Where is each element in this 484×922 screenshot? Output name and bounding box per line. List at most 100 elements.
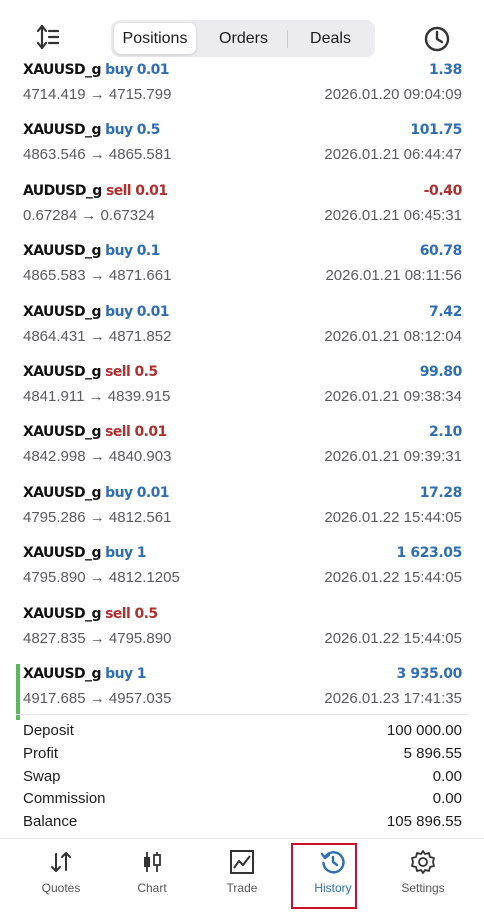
symbol-name: AUDUSD_g — [23, 182, 102, 199]
deal-prices: 4864.431 → 4871.852 — [23, 327, 172, 345]
summary-value: 5 896.55 — [403, 744, 462, 762]
deal-row[interactable]: XAUUSD_g sell 0.01 2.10 4842.998 → 4840.90… — [0, 422, 484, 482]
clock-icon[interactable] — [422, 24, 452, 54]
deal-volume: 0.01 — [136, 303, 170, 320]
tab-label: Trade — [226, 881, 258, 895]
summary-label: Swap — [23, 767, 61, 785]
tab-history[interactable]: History — [291, 839, 373, 909]
deal-volume: 0.01 — [136, 62, 170, 78]
deal-volume: 0.01 — [136, 484, 170, 501]
deal-symbol: XAUUSD_g sell 0.01 — [23, 424, 167, 440]
deal-row[interactable]: XAUUSD_g sell 0.5 99.80 4841.911 → 4839.91… — [0, 362, 484, 422]
tab-orders[interactable]: Orders — [201, 23, 286, 54]
deal-profit: 3 935.00 — [396, 665, 463, 682]
deal-side: sell — [105, 424, 131, 441]
deal-side: sell — [105, 605, 131, 622]
deal-volume: 0.1 — [136, 243, 161, 260]
deal-time: 2026.01.22 15:44:05 — [324, 629, 462, 647]
deal-profit: 1 623.05 — [396, 545, 463, 562]
summary-swap: Swap 0.00 — [0, 767, 484, 790]
deal-time: 2026.01.21 09:38:34 — [324, 387, 462, 405]
deal-prices: 4827.835 → 4795.890 — [23, 629, 172, 647]
deal-profit: 60.78 — [419, 243, 463, 260]
summary-label: Profit — [23, 744, 59, 762]
deal-side: buy — [105, 122, 133, 139]
deal-side: buy — [105, 62, 133, 78]
segment-divider — [287, 30, 288, 48]
deal-prices: 4842.998 → 4840.903 — [23, 448, 172, 466]
deal-side: sell — [105, 182, 132, 199]
deal-profit: 101.75 — [410, 122, 462, 139]
symbol-name: XAUUSD_g — [23, 665, 101, 682]
deal-side: sell — [105, 363, 131, 380]
tab-deals[interactable]: Deals — [289, 23, 372, 54]
symbol-name: XAUUSD_g — [23, 545, 101, 562]
deal-symbol: XAUUSD_g buy 0.1 — [23, 243, 160, 259]
tab-label: Quotes — [41, 881, 81, 895]
deal-volume: 0.01 — [134, 424, 167, 441]
summary-label: Deposit — [23, 722, 74, 739]
deal-profit: 7.42 — [429, 303, 462, 320]
deal-symbol: XAUUSD_g buy 1 — [23, 665, 147, 682]
tab-chart[interactable]: Chart — [112, 839, 192, 909]
deal-row[interactable]: XAUUSD_g buy 1 3 935.00 4917.685 → 4957.03… — [0, 663, 484, 724]
deal-symbol: XAUUSD_g buy 0.01 — [23, 303, 170, 320]
deal-row[interactable]: XAUUSD_g buy 0.5 101.75 4863.546 → 4865.58… — [0, 120, 484, 180]
deal-prices: 0.67284 → 0.67324 — [23, 206, 155, 224]
deal-row[interactable]: XAUUSD_g buy 0.01 7.42 4864.431 → 4871.852… — [0, 302, 484, 362]
summary-value: 105 896.55 — [386, 813, 462, 831]
deal-row[interactable]: XAUUSD_g buy 0.01 1.38 4714.419 → 4715.799… — [0, 60, 484, 120]
deals-list: XAUUSD_g buy 0.01 1.38 4714.419 → 4715.799… — [0, 60, 484, 724]
summary-deposit: Deposit 100 000.00 — [0, 721, 484, 744]
deal-volume: 0.5 — [134, 605, 158, 622]
deal-prices: 4863.546 → 4865.581 — [23, 146, 172, 164]
deal-volume: 1 — [136, 665, 147, 682]
summary-balance: Balance 105 896.55 — [0, 812, 484, 835]
deal-profit: 17.28 — [419, 484, 463, 501]
deal-profit: 2.10 — [429, 424, 462, 441]
deal-symbol: XAUUSD_g buy 0.5 — [23, 122, 160, 138]
deal-profit: 99.80 — [419, 363, 463, 380]
deal-row[interactable]: XAUUSD_g sell 0.5 4827.835 → 4795.890 2026… — [0, 604, 484, 664]
summary-value: 100 000.00 — [386, 722, 462, 739]
deal-profit: -0.40 — [423, 182, 463, 199]
deal-time: 2026.01.21 06:44:47 — [324, 146, 462, 164]
tab-label: History — [314, 881, 352, 895]
deal-prices: 4841.911 → 4839.915 — [23, 387, 171, 405]
deal-time: 2026.01.23 17:41:35 — [324, 689, 462, 707]
summary-label: Balance — [23, 813, 78, 831]
gear-icon — [410, 849, 436, 875]
deal-symbol: XAUUSD_g buy 0.01 — [23, 484, 170, 501]
tab-settings[interactable]: Settings — [383, 839, 463, 909]
deal-prices: 4865.583 → 4871.661 — [23, 267, 172, 285]
deal-volume: 0.5 — [136, 122, 161, 139]
tab-trade[interactable]: Trade — [202, 839, 282, 909]
tab-quotes[interactable]: Quotes — [21, 839, 101, 909]
tab-positions[interactable]: Positions — [114, 23, 196, 54]
tab-label: Settings — [401, 881, 445, 895]
deal-row[interactable]: XAUUSD_g buy 0.01 17.28 4795.286 → 4812.56… — [0, 483, 484, 543]
bottom-tab-bar: Quotes Chart Trade History Settings — [0, 838, 484, 922]
deal-row[interactable]: XAUUSD_g buy 1 1 623.05 4795.890 → 4812.12… — [0, 543, 484, 603]
deal-symbol: XAUUSD_g sell 0.5 — [23, 363, 158, 380]
symbol-name: XAUUSD_g — [23, 605, 101, 622]
summary-value: 0.00 — [432, 790, 462, 808]
deal-row[interactable]: AUDUSD_g sell 0.01 -0.40 0.67284 → 0.67324… — [0, 181, 484, 241]
deal-time: 2026.01.21 06:45:31 — [324, 206, 462, 224]
deal-time: 2026.01.21 09:39:31 — [324, 448, 462, 466]
summary-commission: Commission 0.00 — [0, 789, 484, 812]
deal-volume: 0.01 — [135, 182, 168, 199]
symbol-name: XAUUSD_g — [23, 484, 101, 501]
segmented-control: Positions Orders Deals — [111, 20, 375, 57]
deal-side: buy — [105, 243, 133, 260]
deal-side: buy — [105, 545, 133, 562]
deal-volume: 0.5 — [134, 363, 158, 380]
summary-value: 0.00 — [432, 767, 462, 785]
deal-prices: 4795.890 → 4812.1205 — [23, 569, 180, 587]
symbol-name: XAUUSD_g — [23, 243, 101, 260]
symbol-name: XAUUSD_g — [23, 424, 101, 441]
deal-volume: 1 — [136, 545, 147, 562]
history-icon — [320, 849, 346, 875]
sort-icon[interactable] — [30, 22, 66, 54]
deal-row[interactable]: XAUUSD_g buy 0.1 60.78 4865.583 → 4871.661… — [0, 241, 484, 301]
